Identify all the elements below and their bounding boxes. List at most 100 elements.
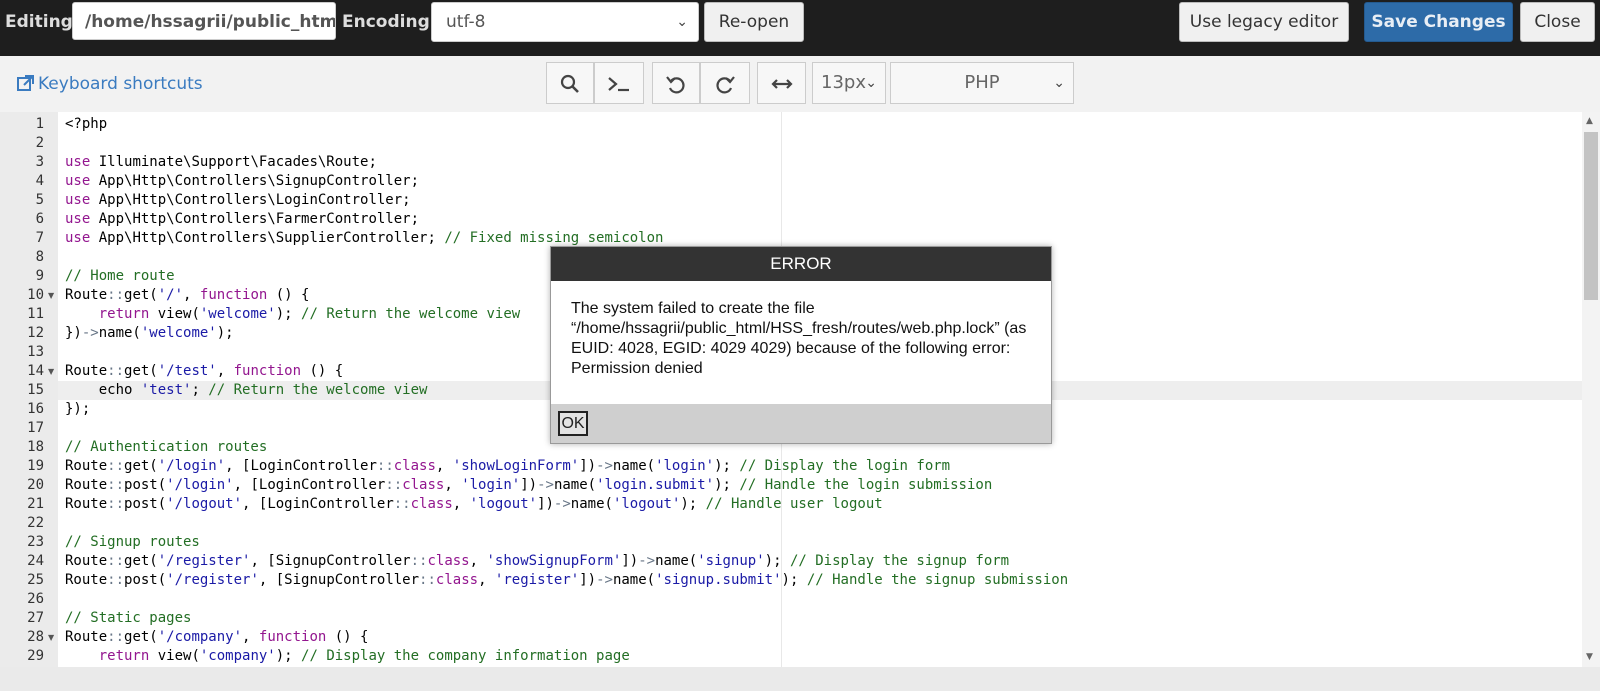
code-line[interactable]: // Signup routes: [65, 533, 200, 552]
code-token: get(: [124, 287, 158, 303]
line-number: 9: [35, 268, 44, 284]
code-line[interactable]: Route::post('/logout', [LoginController:…: [65, 495, 883, 514]
code-line[interactable]: Route::get('/company', function () {: [65, 628, 368, 647]
code-token: // Display the signup form: [789, 553, 1010, 569]
reopen-button[interactable]: Re-open: [704, 2, 804, 42]
code-token: class: [427, 553, 470, 569]
undo-button[interactable]: [652, 62, 700, 104]
redo-icon: [716, 76, 735, 94]
code-token: );: [764, 553, 790, 569]
code-token: function: [199, 287, 268, 303]
fold-arrow-icon[interactable]: ▼: [48, 367, 54, 376]
use-legacy-editor-button[interactable]: Use legacy editor: [1179, 2, 1349, 42]
code-token: '/test': [157, 363, 217, 379]
keyboard-shortcuts-label: Keyboard shortcuts: [38, 74, 203, 94]
code-token: // Handle user logout: [705, 496, 883, 512]
code-line[interactable]: // Home route: [65, 267, 175, 286]
code-token: '/register': [166, 572, 259, 588]
code-token: ,: [216, 363, 234, 379]
fold-arrow-icon[interactable]: ▼: [48, 633, 54, 642]
command-line-button[interactable]: [594, 62, 644, 104]
code-token: view(: [149, 648, 200, 664]
line-number: 14: [27, 363, 44, 379]
redo-button[interactable]: [700, 62, 750, 104]
code-token: post(: [124, 496, 167, 512]
code-line[interactable]: return view('company'); // Display the c…: [65, 647, 630, 666]
code-token: ]): [520, 477, 538, 493]
code-token: // Return the welcome view: [208, 382, 428, 398]
code-token: );: [275, 306, 302, 322]
code-token: get(: [124, 363, 158, 379]
line-number: 1: [35, 116, 44, 132]
close-button[interactable]: Close: [1520, 2, 1595, 42]
code-line[interactable]: Route::get('/register', [SignupControlle…: [65, 552, 1009, 571]
code-token: 'logout': [612, 496, 681, 512]
scroll-down-icon[interactable]: ▼: [1586, 652, 1593, 662]
code-token: 'welcome': [140, 325, 217, 341]
code-line[interactable]: use App\Http\Controllers\FarmerControlle…: [65, 210, 419, 229]
code-token: use: [65, 211, 91, 227]
line-number: 3: [35, 154, 44, 170]
word-wrap-button[interactable]: [757, 62, 806, 104]
code-token: );: [714, 458, 740, 474]
code-token: '/login': [166, 477, 234, 493]
line-number: 18: [27, 439, 44, 455]
code-line[interactable]: });: [65, 400, 90, 419]
code-line[interactable]: })->name('welcome');: [65, 324, 234, 343]
code-line[interactable]: Route::get('/test', function () {: [65, 362, 343, 381]
code-token: // Static pages: [65, 610, 192, 626]
syntax-mode-select[interactable]: PHP ⌄: [890, 62, 1074, 104]
code-line[interactable]: Route::get('/login', [LoginController::c…: [65, 457, 950, 476]
code-token: ;: [191, 382, 209, 398]
code-token: // Signup routes: [65, 534, 200, 550]
code-line[interactable]: // Static pages: [65, 609, 191, 628]
code-line[interactable]: // Authentication routes: [65, 438, 267, 457]
code-line[interactable]: echo 'test'; // Return the welcome view: [65, 381, 428, 400]
code-line[interactable]: use App\Http\Controllers\LoginController…: [65, 191, 411, 210]
encoding-select[interactable]: utf-8 ⌄: [431, 2, 699, 42]
search-button[interactable]: [546, 62, 594, 104]
code-token: use: [65, 192, 91, 208]
code-token: ]): [537, 496, 554, 512]
code-line[interactable]: return view('welcome'); // Return the we…: [65, 305, 520, 324]
undo-icon: [666, 76, 685, 94]
line-number: 4: [35, 173, 44, 189]
code-token: get(: [124, 629, 158, 645]
line-number: 12: [27, 325, 44, 341]
code-line[interactable]: use App\Http\Controllers\SignupControlle…: [65, 172, 419, 191]
code-token: // Return the welcome view: [301, 306, 521, 322]
code-token: ,: [478, 572, 495, 588]
code-line[interactable]: <?php: [65, 115, 107, 134]
code-line[interactable]: Route::post('/register', [SignupControll…: [65, 571, 1068, 590]
code-line[interactable]: Route::post('/login', [LoginController::…: [65, 476, 992, 495]
editing-path-field[interactable]: /home/hssagrii/public_html/HSS_fresh/rou…: [72, 2, 336, 40]
code-line[interactable]: Route::get('/', function () {: [65, 286, 309, 305]
code-token: Route: [65, 287, 108, 303]
line-number: 21: [27, 496, 44, 512]
code-token: ::: [107, 287, 125, 303]
code-token: () {: [326, 629, 369, 645]
code-line[interactable]: use Illuminate\Support\Facades\Route;: [65, 153, 377, 172]
code-token: ::: [393, 496, 411, 512]
scrollbar-thumb[interactable]: [1584, 132, 1598, 300]
syntax-mode-value: PHP: [964, 72, 1000, 93]
code-token: '/register': [157, 553, 251, 569]
ok-button[interactable]: OK: [558, 411, 588, 436]
code-token: ::: [107, 477, 125, 493]
chevron-down-icon: ⌄: [865, 75, 877, 91]
code-token: // Fixed missing semicolon: [444, 230, 664, 246]
line-number: 23: [27, 534, 44, 550]
code-token: );: [680, 496, 706, 512]
scroll-up-icon[interactable]: ▲: [1586, 116, 1593, 126]
font-size-select[interactable]: 13px ⌄: [812, 62, 886, 104]
line-number-gutter: 1 2 3 4 5 6 7 8 9 10 ▼ 11 12 13 14 ▼ 15 16 17 18 19 20 21 22 23 2…: [0, 112, 58, 667]
code-token: 'signup.submit': [655, 572, 782, 588]
keyboard-shortcuts-link[interactable]: Keyboard shortcuts: [17, 74, 203, 94]
save-changes-button[interactable]: Save Changes: [1364, 2, 1513, 42]
code-token: ->: [596, 458, 613, 474]
dialog-footer: OK: [551, 404, 1051, 443]
code-token: name(: [655, 553, 698, 569]
fold-arrow-icon[interactable]: ▼: [48, 291, 54, 300]
line-number: 13: [27, 344, 44, 360]
code-token: name(: [98, 325, 141, 341]
